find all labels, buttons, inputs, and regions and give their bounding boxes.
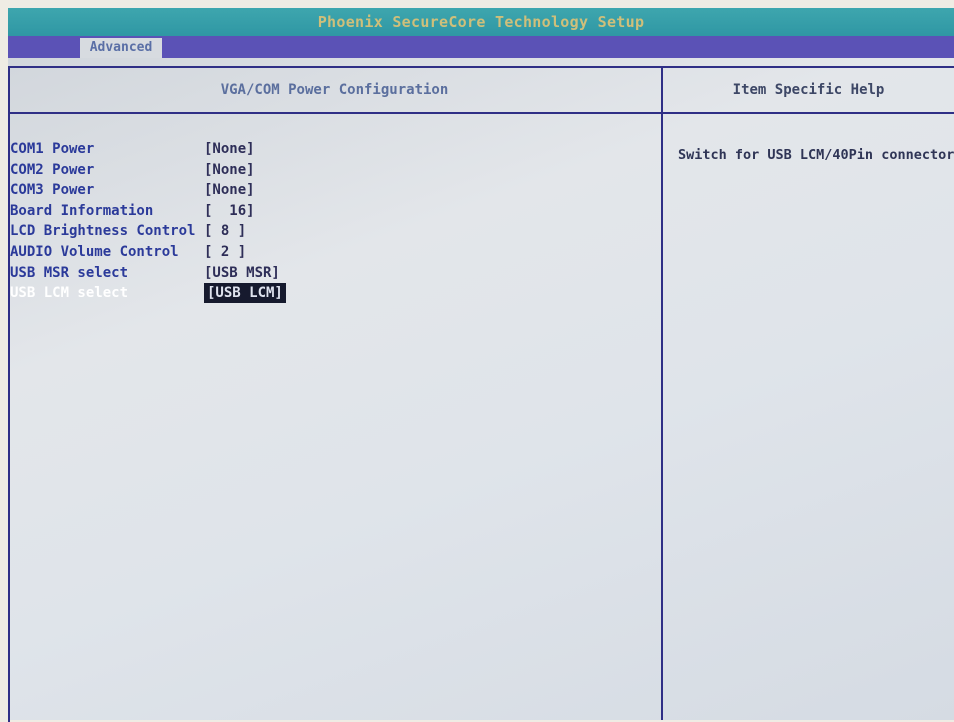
setting-com2-power[interactable]: COM2 Power [None] [10, 160, 650, 181]
app-title: Phoenix SecureCore Technology Setup [317, 13, 645, 31]
setting-com1-power[interactable]: COM1 Power [None] [10, 139, 650, 160]
bios-screen: Phoenix SecureCore Technology Setup Adva… [8, 8, 954, 722]
setting-audio-volume[interactable]: AUDIO Volume Control [ 2 ] [10, 242, 650, 263]
help-text: Switch for USB LCM/40Pin connector [678, 147, 954, 163]
setting-value[interactable]: [ 2 ] [204, 242, 246, 262]
setting-com3-power[interactable]: COM3 Power [None] [10, 180, 650, 201]
setting-value[interactable]: [None] [204, 139, 255, 159]
setting-value[interactable]: [None] [204, 180, 255, 200]
setting-label: AUDIO Volume Control [10, 243, 179, 260]
setting-usb-lcm-select[interactable]: USB LCM select [USB LCM] [10, 283, 650, 304]
setting-value-selected[interactable]: [USB LCM] [204, 283, 286, 304]
setting-value[interactable]: [None] [204, 160, 255, 180]
settings-list: COM1 Power [None] COM2 Power [None] COM3… [10, 139, 650, 304]
setting-label: USB LCM select [10, 285, 129, 302]
panel-divider [661, 66, 663, 720]
setting-label: LCD Brightness Control [10, 223, 196, 240]
menu-bar: Advanced [8, 36, 954, 58]
setting-value[interactable]: [USB MSR] [204, 263, 280, 283]
setting-usb-msr-select[interactable]: USB MSR select [USB MSR] [10, 263, 650, 284]
setting-label: Board Information [10, 202, 154, 219]
setting-board-information[interactable]: Board Information [ 16] [10, 201, 650, 222]
setting-label: COM2 Power [10, 161, 95, 178]
setting-lcd-brightness[interactable]: LCD Brightness Control [ 8 ] [10, 221, 650, 242]
tab-advanced[interactable]: Advanced [80, 38, 162, 58]
setting-label: COM3 Power [10, 182, 95, 199]
section-title: VGA/COM Power Configuration [220, 82, 449, 98]
setting-value[interactable]: [ 8 ] [204, 221, 246, 241]
setting-label: COM1 Power [10, 141, 95, 157]
title-bar: Phoenix SecureCore Technology Setup [8, 8, 954, 36]
help-title: Item Specific Help [732, 82, 885, 98]
setting-value[interactable]: [ 16] [204, 201, 255, 221]
header-divider [8, 112, 954, 114]
setting-label: USB MSR select [10, 264, 129, 281]
